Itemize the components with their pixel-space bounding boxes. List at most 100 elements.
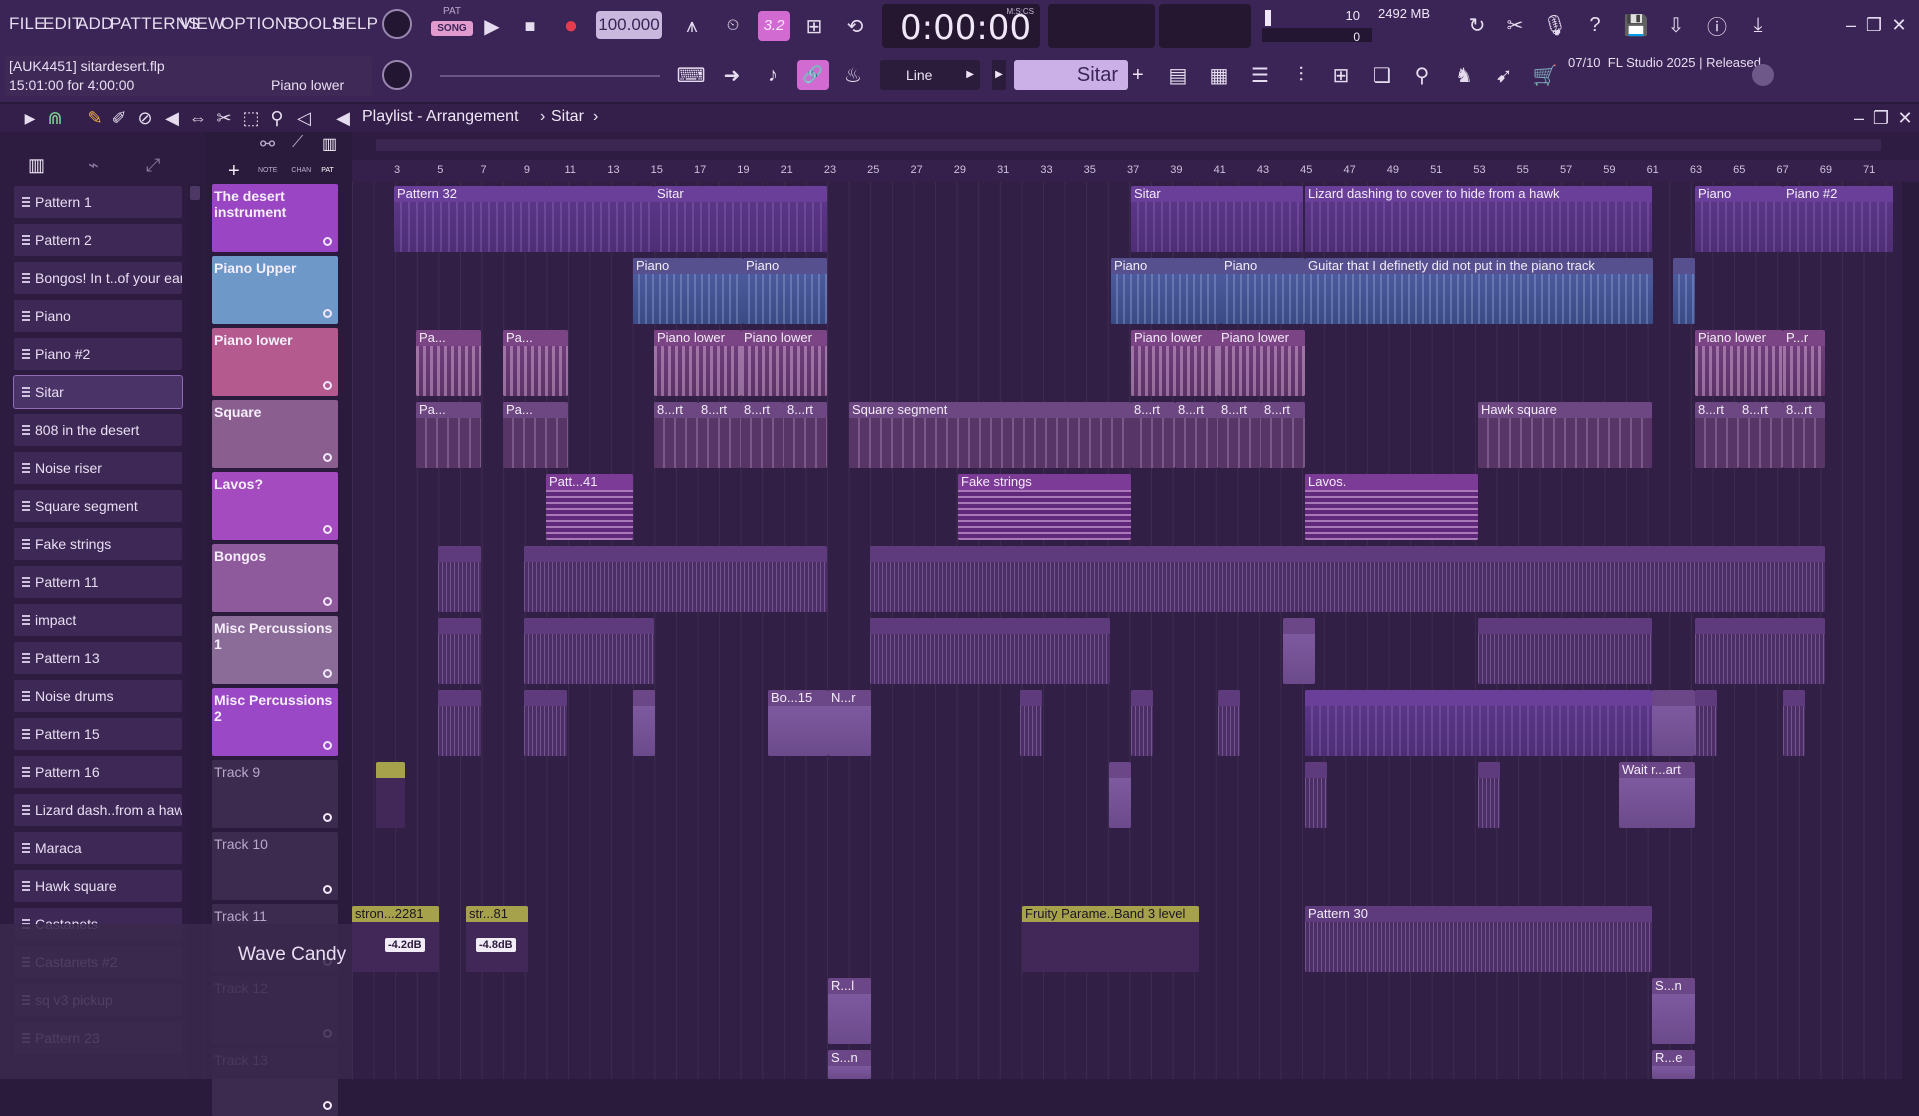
pattern-item[interactable]: impact: [14, 604, 182, 636]
arrangement-clip[interactable]: 8...rt: [1695, 402, 1739, 468]
pattern-item[interactable]: Hawk square: [14, 870, 182, 902]
arrangement-clip[interactable]: [1131, 690, 1153, 756]
draw-mode-select[interactable]: Line ▶: [880, 60, 980, 90]
arrangement-clip[interactable]: 8...rt: [741, 402, 784, 468]
arrangement-clip[interactable]: [1218, 690, 1240, 756]
pattern-item[interactable]: Fake strings: [14, 528, 182, 560]
undo-history-icon[interactable]: ↻: [1462, 10, 1492, 40]
slide-icon[interactable]: ♪: [758, 60, 788, 90]
arrangement-clip[interactable]: [870, 618, 1110, 684]
arrangement-clip[interactable]: Guitar that I definetly did not put in t…: [1305, 258, 1653, 324]
piano-roll-icon[interactable]: ⌨: [676, 60, 706, 90]
tab-note[interactable]: NOTE: [258, 167, 277, 174]
stamp-icon[interactable]: ♨: [838, 60, 868, 90]
info-icon[interactable]: ⓘ: [1702, 10, 1732, 40]
arrangement-clip[interactable]: Piano lower: [1695, 330, 1783, 396]
pattern-item[interactable]: Piano: [14, 300, 182, 332]
menu-view[interactable]: VIEW: [180, 14, 224, 34]
zoom-icon[interactable]: ⚲: [262, 104, 292, 132]
grid-vertical-scrollbar[interactable]: [1902, 182, 1919, 1079]
help-icon[interactable]: ?: [1580, 10, 1610, 40]
arrangement-clip[interactable]: [1783, 690, 1805, 756]
tab-pat[interactable]: PAT: [321, 167, 334, 174]
arrangement-clip[interactable]: Bo...15: [768, 690, 828, 756]
magnet-icon[interactable]: ⋒: [40, 104, 70, 132]
news-panel[interactable]: 07/10 FL Studio 2025 | Released: [1568, 55, 1768, 95]
arrangement-clip[interactable]: [1673, 258, 1695, 324]
track-header[interactable]: Track 9: [212, 760, 338, 828]
arrangement-clip[interactable]: [524, 546, 827, 612]
arrangement-clip[interactable]: [524, 618, 654, 684]
pattern-item[interactable]: Pattern 1: [14, 186, 182, 218]
browser-icon[interactable]: ☰: [1245, 60, 1275, 90]
channel-selector[interactable]: Sitar: [1014, 60, 1128, 90]
arrangement-clip[interactable]: Sitar: [654, 186, 827, 252]
track-header[interactable]: Square: [212, 400, 338, 468]
track-mute-icon[interactable]: [323, 597, 332, 606]
pattern-item[interactable]: Bongos! In t..of your ears: [14, 262, 182, 294]
track-header[interactable]: Piano Upper: [212, 256, 338, 324]
stop-icon[interactable]: ■: [515, 11, 545, 41]
arrangement-clip[interactable]: [1478, 762, 1500, 828]
arrangement-clip[interactable]: [1020, 690, 1042, 756]
arrangement-clip[interactable]: Square segment: [849, 402, 1131, 468]
pattern-item[interactable]: Pattern 13: [14, 642, 182, 674]
link-icon[interactable]: 🔗: [797, 60, 829, 90]
metronome-icon[interactable]: ⩚: [677, 11, 707, 41]
record-icon[interactable]: ●: [556, 11, 586, 41]
arrangement-clip[interactable]: N...r: [828, 690, 871, 756]
arrangement-clip[interactable]: [1695, 618, 1825, 684]
arrangement-clip[interactable]: 8...rt: [1218, 402, 1261, 468]
picker-automation-icon[interactable]: ⤢: [146, 155, 160, 176]
arrangement-clip[interactable]: Hawk square: [1478, 402, 1652, 468]
arrangement-clip[interactable]: [870, 546, 1825, 612]
arrangement-clip[interactable]: Pa...: [416, 330, 481, 396]
arrangement-clip[interactable]: Lavos.: [1305, 474, 1478, 540]
arrangement-clip[interactable]: 8...rt: [698, 402, 741, 468]
arrangement-clip[interactable]: Fruity Parame..Band 3 level: [1022, 906, 1199, 972]
arrangement-clip[interactable]: [1652, 690, 1695, 756]
track-header[interactable]: Bongos: [212, 544, 338, 612]
picker-pattern-icon[interactable]: ▥: [28, 155, 45, 176]
arrow-right-icon[interactable]: ➜: [717, 60, 747, 90]
account-icon[interactable]: [1752, 64, 1774, 86]
playback-icon[interactable]: ◁: [289, 104, 319, 132]
arrangement-clip[interactable]: Piano: [1221, 258, 1305, 324]
position-slider[interactable]: [440, 75, 660, 77]
arrangement-clip[interactable]: Piano: [1695, 186, 1783, 252]
channel-prev-icon[interactable]: ▶: [992, 60, 1006, 90]
arrangement-clip[interactable]: S...n: [828, 1050, 871, 1079]
menu-help[interactable]: HELP: [333, 14, 378, 34]
track-mute-icon[interactable]: [323, 309, 332, 318]
arrangement-clip[interactable]: Wait r...art: [1619, 762, 1695, 828]
pattern-item[interactable]: Pattern 16: [14, 756, 182, 788]
playlist-close-icon[interactable]: ✕: [1890, 104, 1919, 132]
track-mute-icon[interactable]: [323, 381, 332, 390]
arrangement-clip[interactable]: P...r: [1783, 330, 1825, 396]
close-icon[interactable]: ✕: [1884, 10, 1914, 40]
arrangement-clip[interactable]: [438, 546, 481, 612]
arrangement-clip[interactable]: Piano: [1111, 258, 1221, 324]
master-volume-knob[interactable]: [382, 9, 412, 39]
tempo-tapper-icon[interactable]: ➹: [1489, 60, 1519, 90]
pattern-item[interactable]: 808 in the desert: [14, 414, 182, 446]
arrangement-clip[interactable]: [1283, 618, 1315, 684]
arrangement-clip[interactable]: [1695, 690, 1717, 756]
playlist-overview[interactable]: [352, 132, 1919, 160]
arrangement-clip[interactable]: [1109, 762, 1131, 828]
menu-file[interactable]: FILE: [9, 14, 46, 34]
arrangement-clip[interactable]: [1305, 690, 1652, 756]
arrangement-clip[interactable]: [438, 618, 481, 684]
pat-song-switch[interactable]: PAT SONG: [431, 6, 473, 44]
wait-input-icon[interactable]: ⏲: [718, 11, 748, 41]
track-header[interactable]: Misc Percussions 1: [212, 616, 338, 684]
wave-candy-window[interactable]: Wave Candy: [0, 924, 352, 1079]
arrangement-clip[interactable]: R...e: [1652, 1050, 1695, 1079]
menu-add[interactable]: ADD: [77, 14, 114, 34]
pattern-item[interactable]: Piano #2: [14, 338, 182, 370]
pattern-item[interactable]: Noise drums: [14, 680, 182, 712]
track-header[interactable]: Lavos?: [212, 472, 338, 540]
arrangement-clip[interactable]: [376, 762, 405, 828]
track-mute-icon[interactable]: [323, 885, 332, 894]
shop-icon[interactable]: 🛒: [1530, 60, 1560, 90]
